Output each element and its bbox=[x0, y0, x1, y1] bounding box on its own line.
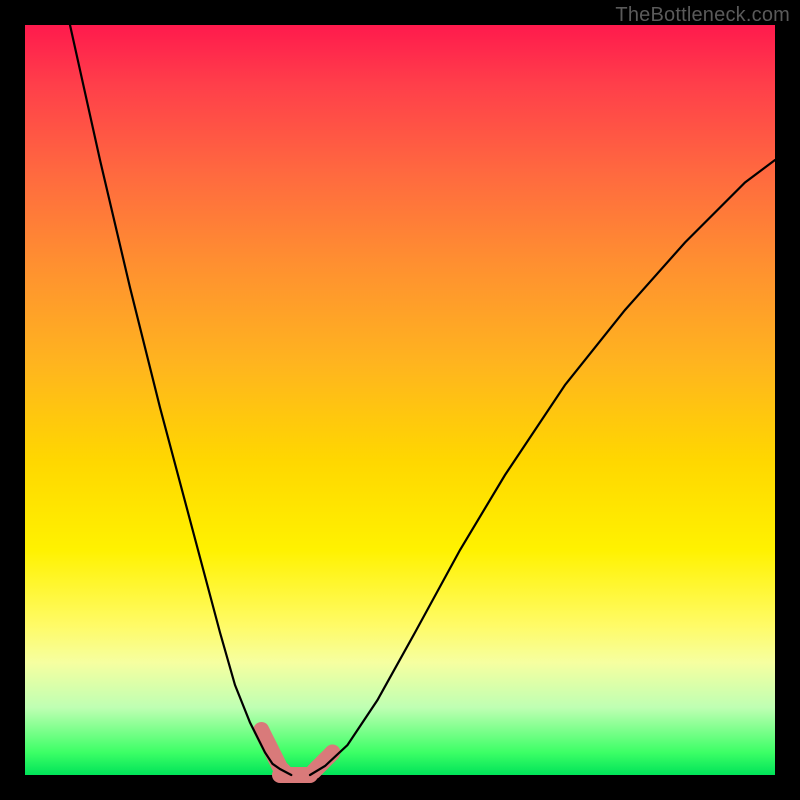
watermark-text: TheBottleneck.com bbox=[615, 4, 790, 27]
curve-lines bbox=[70, 25, 775, 775]
left-curve bbox=[70, 25, 291, 775]
chart-frame: TheBottleneck.com bbox=[0, 0, 800, 800]
chart-svg bbox=[25, 25, 775, 775]
right-curve bbox=[310, 160, 775, 775]
